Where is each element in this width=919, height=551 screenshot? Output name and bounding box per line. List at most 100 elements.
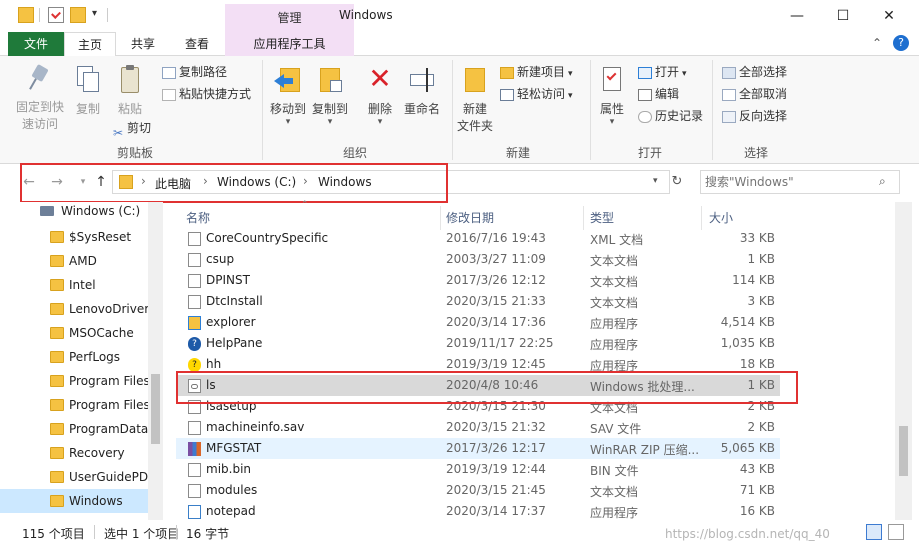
nav-item[interactable]: ProgramData [0, 417, 148, 441]
folder-icon [50, 327, 64, 339]
pin-quick-access-button[interactable]: 固定到快 速访问 [14, 63, 66, 132]
properties-button[interactable]: 属性 ▾ [596, 64, 628, 127]
column-header-name[interactable]: 名称 [186, 208, 210, 228]
new-folder-button[interactable]: 新建 文件夹 [455, 64, 495, 134]
nav-item[interactable]: Recovery [0, 441, 148, 465]
help-pane-icon: ? [188, 337, 201, 351]
select-all-button[interactable]: 全部选择 [722, 62, 787, 82]
help-icon[interactable]: ? [893, 35, 909, 51]
file-type: WinRAR ZIP 压缩... [590, 443, 700, 457]
nav-scrollbar[interactable] [148, 202, 163, 520]
file-row[interactable]: machineinfo.sav 2020/3/15 21:32 SAV 文件 2… [176, 417, 780, 438]
drive-icon [40, 206, 54, 216]
properties-quick-icon[interactable] [48, 7, 64, 23]
tab-view[interactable]: 查看 [170, 32, 224, 56]
maximize-button[interactable]: ☐ [820, 0, 866, 32]
search-box[interactable]: ⌕ [700, 170, 900, 194]
file-list-scrollbar[interactable] [895, 202, 912, 520]
nav-item[interactable]: $SysReset [0, 225, 148, 249]
search-input[interactable] [705, 174, 873, 190]
rename-button[interactable]: 重命名 [401, 64, 443, 117]
column-header-date[interactable]: 修改日期 [446, 208, 494, 228]
paste-button[interactable]: 粘贴 [112, 64, 148, 117]
file-type: SAV 文件 [590, 422, 642, 436]
select-none-label: 全部取消 [739, 87, 788, 101]
copy-to-button[interactable]: 复制到 ▾ [310, 64, 350, 127]
copy-path-button[interactable]: 复制路径 [162, 62, 227, 82]
new-item-label: 新建项目 [517, 65, 566, 79]
tab-application-tools[interactable]: 应用程序工具 [225, 32, 354, 56]
large-icons-view-icon[interactable] [888, 524, 904, 540]
minimize-button[interactable]: — [774, 0, 820, 32]
refresh-icon[interactable]: ↻ [668, 173, 686, 191]
group-open: 打开 [637, 146, 662, 160]
invert-selection-button[interactable]: 反向选择 [722, 106, 787, 126]
file-type: 文本文档 [590, 296, 639, 310]
pin-label-line2: 速访问 [21, 117, 58, 131]
file-size: 16 KB [739, 504, 775, 518]
file-list-scrollbar-thumb[interactable] [899, 426, 908, 476]
column-divider[interactable] [701, 206, 702, 230]
file-name: explorer [206, 315, 256, 329]
customize-toolbar-icon[interactable]: ▾ [92, 8, 97, 19]
file-row[interactable]: DPINST 2017/3/26 12:12 文本文档 114 KB [176, 270, 780, 291]
nav-item[interactable]: PerfLogs [0, 345, 148, 369]
file-row[interactable]: explorer 2020/3/14 17:36 应用程序 4,514 KB [176, 312, 780, 333]
folder-icon [50, 495, 64, 507]
collapse-header-icon[interactable]: ⌃ [301, 200, 309, 210]
edit-button[interactable]: 编辑 [638, 84, 679, 104]
file-row[interactable]: ? HelpPane 2019/11/17 22:25 应用程序 1,035 K… [176, 333, 780, 354]
column-header-type[interactable]: 类型 [590, 208, 614, 228]
tab-file[interactable]: 文件 [8, 32, 64, 56]
move-to-button[interactable]: 移动到 ▾ [268, 64, 308, 127]
nav-item[interactable]: AMD [0, 249, 148, 273]
nav-item[interactable]: Program Files [0, 393, 149, 417]
file-row-hovered[interactable]: MFGSTAT 2017/3/26 12:17 WinRAR ZIP 压缩...… [176, 438, 780, 459]
nav-item[interactable]: Program Files [0, 369, 149, 393]
new-folder-quick-icon[interactable] [70, 7, 86, 23]
new-item-button[interactable]: 新建项目 ▾ [500, 62, 573, 82]
copy-to-label: 复制到 [311, 102, 348, 116]
nav-drive-label[interactable]: Windows (C:) [61, 204, 140, 218]
file-row[interactable]: notepad 2020/3/14 17:37 应用程序 16 KB [176, 501, 780, 522]
file-row[interactable]: mib.bin 2019/3/19 12:44 BIN 文件 43 KB [176, 459, 780, 480]
select-none-button[interactable]: 全部取消 [722, 84, 787, 104]
file-row[interactable]: DtcInstall 2020/3/15 21:33 文本文档 3 KB [176, 291, 780, 312]
column-divider[interactable] [583, 206, 584, 230]
copy-to-icon [316, 64, 344, 94]
clipboard-icon [117, 64, 143, 94]
nav-item[interactable]: Intel [0, 273, 148, 297]
divider [39, 8, 40, 22]
file-type: 应用程序 [590, 506, 639, 520]
tab-home[interactable]: 主页 [64, 32, 116, 57]
nav-item[interactable]: UserGuidePD [0, 465, 148, 489]
search-icon[interactable]: ⌕ [879, 174, 886, 189]
file-date: 2019/3/19 12:44 [446, 462, 546, 476]
copy-button[interactable]: 复制 [70, 64, 106, 117]
tab-share[interactable]: 共享 [116, 32, 170, 56]
collapse-ribbon-icon[interactable]: ⌃ [872, 36, 882, 50]
manage-contextual-tab[interactable]: 管理 [225, 4, 354, 32]
delete-button[interactable]: ✕ 删除 ▾ [362, 64, 398, 128]
document-icon [188, 232, 201, 246]
file-row[interactable]: modules 2020/3/15 21:45 文本文档 71 KB [176, 480, 780, 501]
nav-scrollbar-thumb[interactable] [151, 374, 160, 444]
file-row[interactable]: CoreCountrySpecific 2016/7/16 19:43 XML … [176, 228, 780, 249]
column-header-size[interactable]: 大小 [709, 208, 733, 228]
nav-item-selected[interactable]: Windows [0, 489, 148, 513]
file-size: 5,065 KB [720, 441, 775, 455]
details-view-icon[interactable] [866, 524, 882, 540]
cut-button[interactable]: ✂ 剪切 [112, 118, 151, 140]
paste-shortcut-button[interactable]: 粘贴快捷方式 [162, 84, 251, 104]
nav-item[interactable]: MSOCache [0, 321, 148, 345]
column-divider[interactable] [440, 206, 441, 230]
nav-item-label: Intel [69, 278, 96, 292]
open-button[interactable]: 打开 ▾ [638, 62, 687, 82]
history-button[interactable]: 历史记录 [638, 106, 703, 126]
easy-access-button[interactable]: 轻松访问 ▾ [500, 84, 573, 104]
close-button[interactable]: ✕ [866, 0, 912, 32]
file-row[interactable]: csup 2003/3/27 11:09 文本文档 1 KB [176, 249, 780, 270]
nav-item[interactable]: LenovoDriver [0, 297, 149, 321]
ribbon-separator [712, 60, 713, 160]
address-dropdown-icon[interactable]: ▾ [653, 176, 658, 186]
